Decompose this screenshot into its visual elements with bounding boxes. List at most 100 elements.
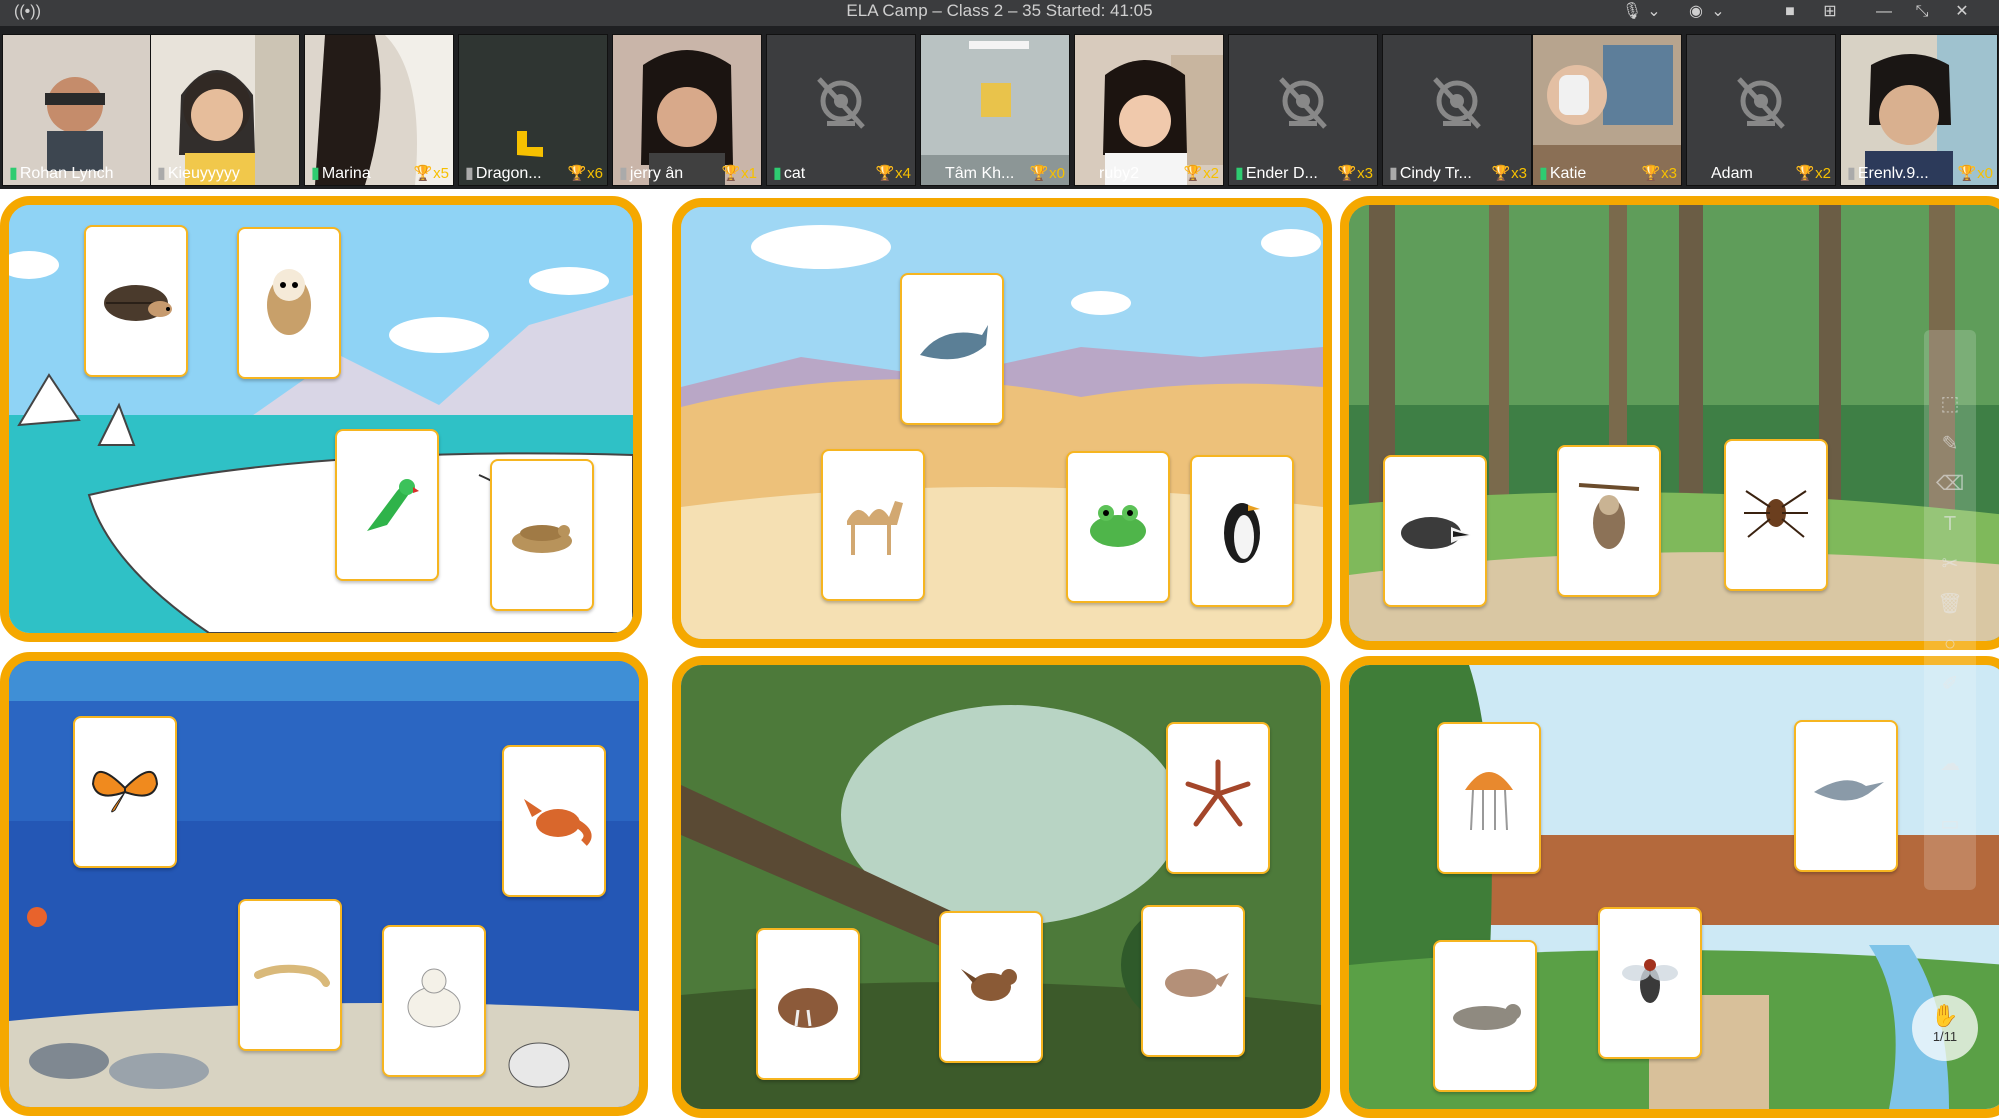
camera-off-icon <box>1433 77 1481 129</box>
trophy-icon: 🏆x0 <box>1029 165 1065 182</box>
animal-card-stingray[interactable] <box>1794 720 1898 872</box>
animal-card-parrot[interactable] <box>335 429 439 581</box>
trophy-icon: 🏆x4 <box>875 165 911 182</box>
trophy-icon: 🏆x6 <box>567 165 603 182</box>
participant-name-label: ▮ Ender D... 🏆x3 <box>1229 163 1377 185</box>
animal-card-seal[interactable] <box>1433 940 1537 1092</box>
frog-icon <box>1090 505 1146 547</box>
seal-icon <box>1453 1004 1521 1030</box>
polar-bear-icon <box>407 968 461 1028</box>
mute-mic-icon[interactable]: 🎙 <box>1620 2 1644 22</box>
participant-name-label: ▮ cat 🏆x4 <box>767 163 915 185</box>
animal-card-whale[interactable] <box>900 273 1004 425</box>
camera-toggle-icon[interactable]: ◉ <box>1684 2 1708 22</box>
animal-card-starfish[interactable] <box>1166 722 1270 874</box>
eraser-tool-icon[interactable]: ⌫ <box>1936 470 1964 498</box>
trophy-icon: 🏆x2 <box>1795 165 1831 182</box>
shape-tool-icon[interactable]: ○ <box>1936 630 1964 658</box>
pen-tool-icon[interactable]: ✎ <box>1936 430 1964 458</box>
edit-icon[interactable]: ✐ <box>1936 670 1964 698</box>
animal-card-wren[interactable] <box>939 911 1043 1063</box>
animal-card-fox[interactable] <box>502 745 606 897</box>
trophy-icon: 🏆x3 <box>1641 165 1677 182</box>
trophy-icon: 🏆x5 <box>413 165 449 182</box>
animal-card-badger[interactable] <box>1383 455 1487 607</box>
jellyfish-icon <box>1465 772 1513 831</box>
collapse-icon[interactable]: ⤡ <box>1910 2 1934 22</box>
animal-card-armadillo[interactable] <box>1141 905 1245 1057</box>
mic-off-icon: ▮ <box>157 165 166 182</box>
participant-name-label: ▮ Marina 🏆x5 <box>305 163 453 185</box>
wren-bird-icon <box>961 969 1017 1001</box>
animal-card-spider[interactable] <box>1724 439 1828 591</box>
animal-card-penguin[interactable] <box>1190 455 1294 607</box>
participant-tile[interactable]: ▮ Dragon... 🏆x6 <box>458 34 608 186</box>
spider-icon <box>1744 490 1808 538</box>
selection-tool-icon[interactable]: ⬚ <box>1936 390 1964 418</box>
cloud-icon[interactable]: ☁ <box>1936 750 1964 778</box>
stingray-icon <box>1814 780 1884 801</box>
participant-tile[interactable]: ▮ Rohan Lynch <box>2 34 152 186</box>
trophy-icon: 🏆x1 <box>721 165 757 182</box>
chevron-down-icon[interactable]: ⌄ <box>1642 2 1666 22</box>
mic-off-icon: ▮ <box>1389 165 1398 182</box>
close-icon[interactable]: ✕ <box>1950 2 1974 22</box>
trophy-icon: 🏆x0 <box>1957 165 1993 182</box>
animal-card-jellyfish[interactable] <box>1437 722 1541 874</box>
animal-card-snake[interactable] <box>490 459 594 611</box>
participant-name-label: ▮ Kieuyyyyy <box>157 165 240 182</box>
animal-card-hedgehog[interactable] <box>84 225 188 377</box>
walrus-icon <box>778 988 838 1028</box>
participant-name-label: ▮ Erenlv.9... 🏆x0 <box>1841 163 1997 185</box>
participant-tile[interactable]: ▮ Erenlv.9... 🏆x0 <box>1840 34 1998 186</box>
record-icon[interactable]: ■ <box>1778 2 1802 22</box>
habitat-board-arctic <box>0 196 642 642</box>
participant-tile[interactable]: ▮ Cindy Tr... 🏆x3 <box>1382 34 1532 186</box>
participant-name-label: Tâm Kh... 🏆x0 <box>921 163 1069 185</box>
animal-card-polar-bear[interactable] <box>382 925 486 1077</box>
participant-tile[interactable]: ▮ Katie 🏆x3 <box>1532 34 1682 186</box>
participant-tile[interactable]: Adam 🏆x2 <box>1686 34 1836 186</box>
participant-tile[interactable]: ruby2 🏆x2 <box>1074 34 1224 186</box>
scissors-tool-icon[interactable]: ✂ <box>1936 550 1964 578</box>
grid-layout-icon[interactable]: ⊞ <box>1818 2 1842 22</box>
chevron-down-icon[interactable]: ⌄ <box>1706 2 1730 22</box>
layers-icon[interactable]: ▭ <box>1936 810 1964 838</box>
participant-tile[interactable]: ▮ jerry ân 🏆x1 <box>612 34 762 186</box>
participant-tile[interactable]: ▮ Kieuyyyyy <box>150 34 300 186</box>
animal-card-fly[interactable] <box>1598 907 1702 1059</box>
trash-icon[interactable]: 🗑 <box>1936 590 1964 618</box>
fly-icon <box>1622 959 1678 1003</box>
text-tool-icon[interactable]: T <box>1936 510 1964 538</box>
trophy-icon: 🏆x3 <box>1337 165 1373 182</box>
snake-icon <box>512 525 572 553</box>
animal-card-sloth[interactable] <box>1557 445 1661 597</box>
participant-name-label: ▮ Cindy Tr... 🏆x3 <box>1383 163 1531 185</box>
minimize-icon[interactable]: — <box>1872 2 1896 22</box>
participant-name-label: Adam 🏆x2 <box>1687 163 1835 185</box>
camel-icon <box>847 501 903 555</box>
mic-on-icon: ▮ <box>1539 165 1548 182</box>
page-indicator[interactable]: ✋ 1/11 <box>1912 995 1978 1061</box>
animal-card-frog[interactable] <box>1066 451 1170 603</box>
participant-strip: ▮ Rohan Lynch ▮ Kieuyyyyy ▮ Marina 🏆x5 ▮ Drag… <box>0 26 1999 189</box>
camera-off-icon <box>1737 77 1785 129</box>
annotation-toolbar: ⬚ ✎ ⌫ T ✂ 🗑 ○ ✐ ☁ ▭ <box>1924 330 1976 890</box>
participant-tile[interactable]: ▮ Marina 🏆x5 <box>304 34 454 186</box>
participant-name-label: ▮ jerry ân 🏆x1 <box>613 163 761 185</box>
animal-card-owl[interactable] <box>237 227 341 379</box>
mic-off-icon: ▮ <box>619 165 628 182</box>
mic-on-icon: ▮ <box>773 165 782 182</box>
mic-off-icon: ▮ <box>465 165 474 182</box>
participant-tile[interactable]: Tâm Kh... 🏆x0 <box>920 34 1070 186</box>
starfish-icon <box>1185 759 1251 827</box>
animal-card-butterfly[interactable] <box>73 716 177 868</box>
camera-off-icon <box>817 77 865 129</box>
animal-card-walrus[interactable] <box>756 928 860 1080</box>
hedgehog-icon <box>104 285 172 321</box>
mic-off-icon: ▮ <box>1847 165 1856 182</box>
animal-card-camel[interactable] <box>821 449 925 601</box>
participant-tile[interactable]: ▮ Ender D... 🏆x3 <box>1228 34 1378 186</box>
animal-card-lizard[interactable] <box>238 899 342 1051</box>
participant-tile[interactable]: ▮ cat 🏆x4 <box>766 34 916 186</box>
